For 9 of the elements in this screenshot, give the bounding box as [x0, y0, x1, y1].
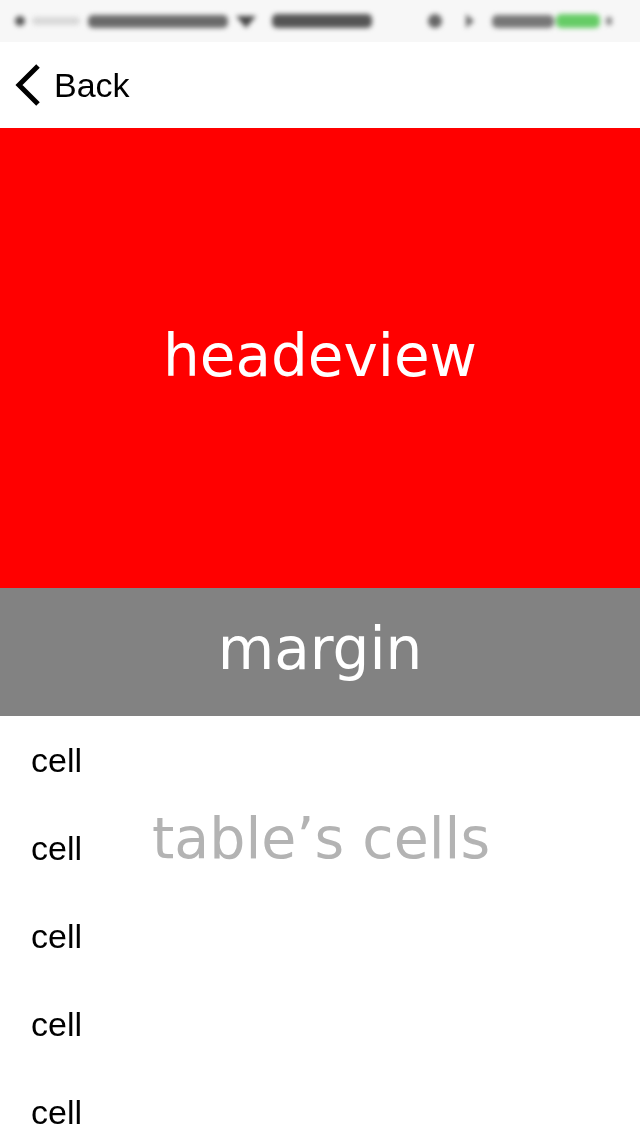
row-label: cell [31, 1007, 83, 1041]
row-label: cell [31, 919, 83, 953]
header-view-title: headeview [162, 327, 477, 385]
row-label: cell [31, 743, 83, 777]
chevron-left-icon [14, 64, 42, 106]
table-cells-annotation: table’s cells [152, 810, 491, 867]
row-label: cell [31, 1095, 83, 1129]
back-button[interactable]: Back [14, 64, 130, 106]
row-label: cell [31, 831, 83, 865]
